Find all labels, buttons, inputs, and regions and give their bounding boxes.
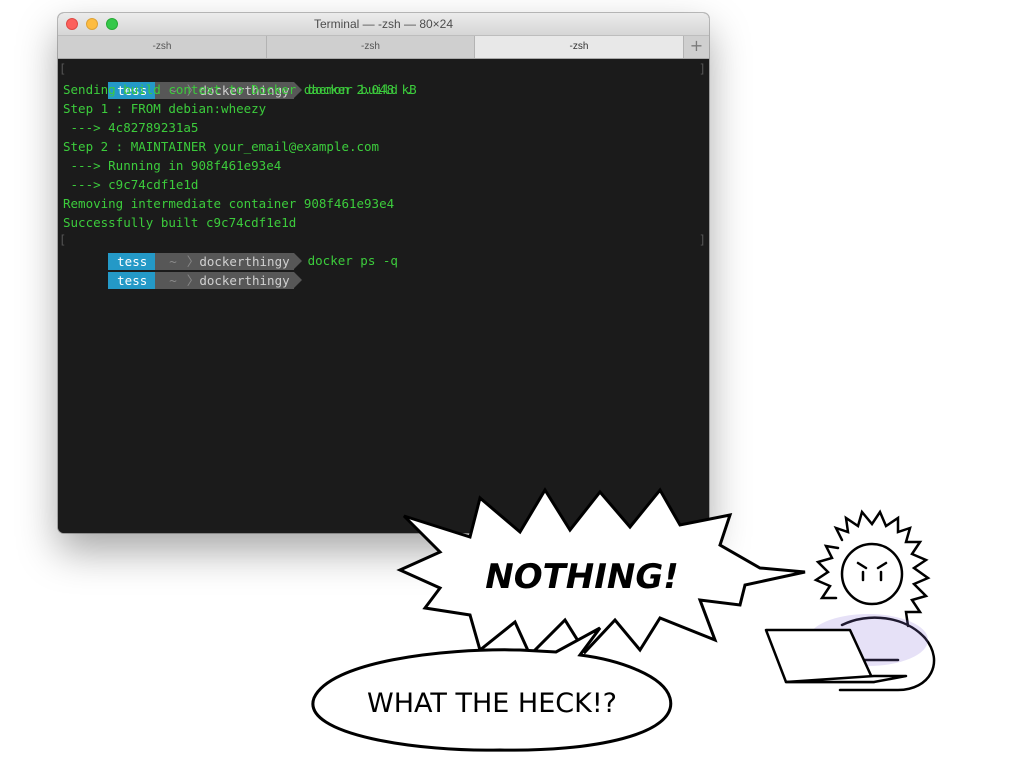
- command-text: docker ps -q: [307, 253, 398, 268]
- tab-zsh-3-active[interactable]: -zsh: [475, 36, 684, 58]
- prompt-bracket-right: ]: [698, 62, 706, 76]
- prompt-line-2: tess ~ 〉dockerthingy docker ps -q: [63, 232, 398, 270]
- output-line: ---> c9c74cdf1e1d: [63, 177, 199, 192]
- output-line: Step 2 : MAINTAINER your_email@example.c…: [63, 139, 380, 154]
- output-line: Sending build context to Docker daemon 2…: [63, 82, 417, 97]
- output-line: Step 1 : FROM debian:wheezy: [63, 101, 267, 116]
- output-line: Removing intermediate container 908f461e…: [63, 196, 395, 211]
- laptop-icon: [764, 628, 908, 684]
- tab-zsh-2[interactable]: -zsh: [267, 36, 475, 58]
- output-line: Successfully built c9c74cdf1e1d: [63, 215, 297, 230]
- tab-zsh-1[interactable]: -zsh: [58, 36, 267, 58]
- shout-text: NOTHING!: [485, 557, 679, 597]
- prompt-dir: 〉dockerthingy: [182, 272, 302, 289]
- new-tab-button[interactable]: +: [684, 36, 709, 58]
- terminal-content[interactable]: [ tess ~ 〉dockerthingy docker build . ] Sen…: [58, 59, 709, 533]
- speech-bubble: [311, 626, 673, 752]
- speech-text: WHAT THE HECK!?: [367, 688, 617, 719]
- chevron-separator-icon: 〉: [186, 273, 200, 288]
- prompt-bracket-right: ]: [698, 233, 706, 247]
- output-line: ---> Running in 908f461e93e4: [63, 158, 282, 173]
- prompt-home: ~: [155, 272, 183, 289]
- title-bar[interactable]: Terminal — -zsh — 80×24: [58, 13, 709, 36]
- prompt-user: tess: [108, 272, 164, 289]
- prompt-line-1: tess ~ 〉dockerthingy docker build .: [63, 61, 413, 99]
- window-title: Terminal — -zsh — 80×24: [313, 17, 454, 31]
- prompt-segments: tess ~ 〉dockerthingy: [108, 272, 302, 289]
- output-line: ---> 4c82789231a5: [63, 120, 199, 135]
- angry-person-icon: [813, 509, 936, 692]
- screen-glow: [808, 614, 928, 666]
- terminal-window: Terminal — -zsh — 80×24 -zsh -zsh -zsh +…: [58, 13, 709, 533]
- tab-bar: -zsh -zsh -zsh +: [58, 36, 709, 59]
- prompt-line-3: tess ~ 〉dockerthingy: [63, 251, 302, 289]
- prompt-dir-label: dockerthingy: [199, 273, 290, 288]
